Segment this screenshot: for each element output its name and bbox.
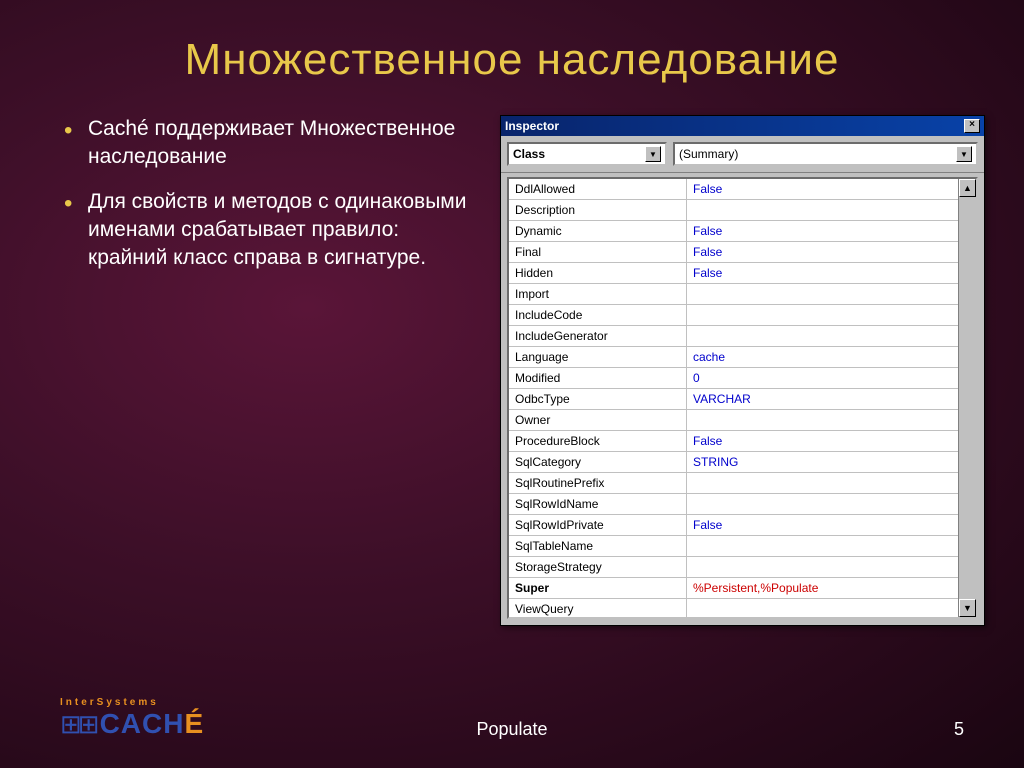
scrollbar[interactable]: ▲ ▼ — [958, 179, 976, 617]
property-row[interactable]: SqlRowIdName — [509, 494, 958, 515]
inspector-title-text: Inspector — [505, 119, 559, 133]
property-value[interactable]: cache — [687, 347, 958, 367]
property-value[interactable] — [687, 494, 958, 514]
inspector-titlebar[interactable]: Inspector × — [501, 116, 984, 136]
property-value[interactable] — [687, 326, 958, 346]
property-name: Dynamic — [509, 221, 687, 241]
property-grid-wrap: DdlAllowedFalseDescriptionDynamicFalseFi… — [501, 173, 984, 625]
property-row[interactable]: ViewQuery — [509, 599, 958, 617]
slide-title: Множественное наследование — [0, 0, 1024, 85]
property-value[interactable]: STRING — [687, 452, 958, 472]
class-dropdown-label: Class — [513, 147, 545, 161]
property-row[interactable]: SqlRowIdPrivateFalse — [509, 515, 958, 536]
property-name: StorageStrategy — [509, 557, 687, 577]
footer-center-text: Populate — [260, 719, 764, 740]
property-value[interactable] — [687, 284, 958, 304]
scroll-down-icon[interactable]: ▼ — [959, 599, 976, 617]
property-name: SqlRowIdPrivate — [509, 515, 687, 535]
logo-product-text: CACHÉ — [100, 708, 205, 740]
property-value[interactable] — [687, 200, 958, 220]
property-value[interactable]: VARCHAR — [687, 389, 958, 409]
slide-content: Caché поддерживает Множественное наследо… — [0, 85, 1024, 626]
property-name: Final — [509, 242, 687, 262]
property-row[interactable]: SqlTableName — [509, 536, 958, 557]
property-row[interactable]: Description — [509, 200, 958, 221]
close-icon[interactable]: × — [964, 119, 980, 133]
property-value[interactable]: %Persistent,%Populate — [687, 578, 958, 598]
property-name: SqlTableName — [509, 536, 687, 556]
property-row[interactable]: Owner — [509, 410, 958, 431]
property-value[interactable]: False — [687, 515, 958, 535]
property-name: SqlCategory — [509, 452, 687, 472]
inspector-toolbar: Class (Summary) — [501, 136, 984, 173]
property-name: SqlRoutinePrefix — [509, 473, 687, 493]
property-row[interactable]: IncludeCode — [509, 305, 958, 326]
property-row[interactable]: IncludeGenerator — [509, 326, 958, 347]
property-name: Description — [509, 200, 687, 220]
summary-dropdown[interactable]: (Summary) — [673, 142, 978, 166]
property-name: Owner — [509, 410, 687, 430]
property-row[interactable]: DdlAllowedFalse — [509, 179, 958, 200]
summary-dropdown-label: (Summary) — [679, 147, 738, 161]
property-row[interactable]: SqlCategorySTRING — [509, 452, 958, 473]
property-name: ProcedureBlock — [509, 431, 687, 451]
property-name: SqlRowIdName — [509, 494, 687, 514]
property-name: Import — [509, 284, 687, 304]
property-value[interactable] — [687, 473, 958, 493]
property-name: IncludeCode — [509, 305, 687, 325]
property-grid: DdlAllowedFalseDescriptionDynamicFalseFi… — [507, 177, 978, 619]
inspector-window: Inspector × Class (Summary) DdlAllowedFa… — [500, 115, 985, 626]
property-row[interactable]: Modified0 — [509, 368, 958, 389]
scroll-up-icon[interactable]: ▲ — [959, 179, 976, 197]
property-value[interactable]: False — [687, 242, 958, 262]
property-row[interactable]: Languagecache — [509, 347, 958, 368]
property-row[interactable]: Import — [509, 284, 958, 305]
property-value[interactable] — [687, 599, 958, 617]
cache-logo: InterSystems ⊞⊞ CACHÉ — [60, 697, 260, 740]
property-row[interactable]: SqlRoutinePrefix — [509, 473, 958, 494]
property-row[interactable]: Super%Persistent,%Populate — [509, 578, 958, 599]
property-row[interactable]: HiddenFalse — [509, 263, 958, 284]
property-value[interactable] — [687, 557, 958, 577]
property-name: Modified — [509, 368, 687, 388]
property-row[interactable]: StorageStrategy — [509, 557, 958, 578]
property-name: IncludeGenerator — [509, 326, 687, 346]
bullet-item: Caché поддерживает Множественное наследо… — [60, 115, 480, 172]
page-number: 5 — [764, 719, 964, 740]
property-value[interactable] — [687, 536, 958, 556]
property-value[interactable] — [687, 410, 958, 430]
bullet-item: Для свойств и методов с одинаковыми имен… — [60, 188, 480, 273]
logo-cube-icon: ⊞⊞ — [60, 709, 96, 740]
slide-footer: InterSystems ⊞⊞ CACHÉ Populate 5 — [0, 697, 1024, 740]
property-row[interactable]: ProcedureBlockFalse — [509, 431, 958, 452]
property-name: Hidden — [509, 263, 687, 283]
property-value[interactable]: False — [687, 431, 958, 451]
property-row[interactable]: DynamicFalse — [509, 221, 958, 242]
property-name: Super — [509, 578, 687, 598]
logo-brand-text: InterSystems — [60, 697, 260, 708]
property-row[interactable]: OdbcTypeVARCHAR — [509, 389, 958, 410]
property-value[interactable]: False — [687, 263, 958, 283]
property-name: DdlAllowed — [509, 179, 687, 199]
bullet-list: Caché поддерживает Множественное наследо… — [60, 115, 480, 626]
property-value[interactable]: False — [687, 221, 958, 241]
property-name: OdbcType — [509, 389, 687, 409]
property-name: ViewQuery — [509, 599, 687, 617]
class-dropdown[interactable]: Class — [507, 142, 667, 166]
property-name: Language — [509, 347, 687, 367]
property-row[interactable]: FinalFalse — [509, 242, 958, 263]
property-value[interactable] — [687, 305, 958, 325]
chevron-down-icon[interactable] — [645, 146, 661, 162]
property-value[interactable]: 0 — [687, 368, 958, 388]
property-value[interactable]: False — [687, 179, 958, 199]
chevron-down-icon[interactable] — [956, 146, 972, 162]
